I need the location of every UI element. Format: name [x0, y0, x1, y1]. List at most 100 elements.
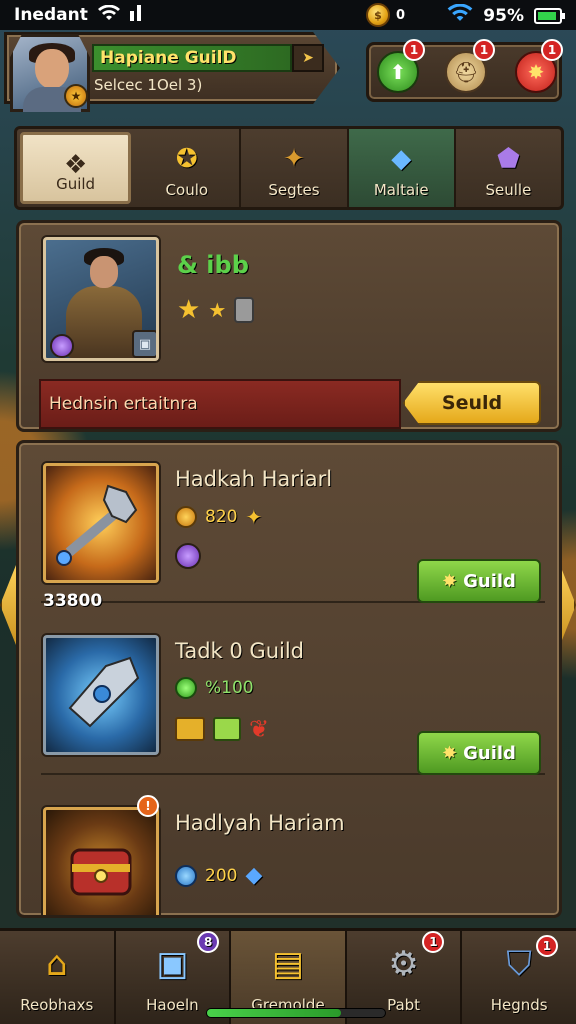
item-guild-button[interactable]: ✸ Guild	[417, 559, 541, 603]
tab-segtes[interactable]: ✦ Segtes	[241, 129, 349, 207]
tab-maltaie[interactable]: ◆ Maltaie	[348, 129, 456, 207]
hero-name: & ibb	[177, 251, 249, 279]
gear-icon: ⚙	[388, 944, 419, 984]
axe-icon	[68, 656, 140, 728]
event-badge: 1	[541, 39, 563, 61]
green-block-icon	[213, 717, 241, 741]
item-cost-value: 200	[205, 865, 238, 886]
coin-icon	[175, 506, 197, 528]
item-materials	[175, 543, 201, 569]
battery-label: 95%	[483, 5, 524, 26]
guild-expand-button[interactable]: ➤	[292, 44, 324, 72]
list-item: Tadk 0 Guild %100 ❦ ✸ Guild	[41, 619, 545, 775]
item-image[interactable]	[43, 807, 159, 915]
guild-subtitle: Selcec 1Oel 3)	[94, 76, 203, 94]
green-gem-icon	[175, 677, 197, 699]
sparkle-icon: ✸	[442, 742, 458, 764]
gold-block-icon	[175, 717, 205, 741]
tab-seulle[interactable]: ⬟ Seulle	[456, 129, 561, 207]
loading-progress-bar	[206, 1008, 386, 1018]
hero-lock-icon: ▣	[132, 330, 156, 358]
item-materials: ❦	[175, 715, 269, 743]
upgrade-badge: 1	[403, 39, 425, 61]
guild-icon: ❖	[63, 150, 88, 180]
item-cost: %100	[175, 677, 254, 699]
coin-count: 0	[396, 7, 406, 23]
hero-stars: ★ ★	[177, 295, 255, 325]
hero-portrait[interactable]: ▣	[43, 237, 159, 361]
status-bar: Inedant $ 0 95%	[0, 0, 576, 30]
hero-gem-icon	[50, 334, 74, 358]
item-cost: 200 ◆	[175, 863, 262, 888]
item-image[interactable]	[43, 635, 159, 755]
flame-icon: ❦	[249, 715, 270, 743]
item-guild-button[interactable]: ✸ Guild	[417, 731, 541, 775]
crystal-icon: ◆	[391, 144, 412, 174]
coin-icon: $	[366, 3, 390, 27]
treasure-icon: ✪	[175, 144, 198, 174]
sparkle-icon: ✸	[442, 570, 458, 592]
progress-fill	[207, 1009, 341, 1017]
nav-badge: 8	[197, 931, 220, 953]
wifi-strength-icon	[447, 3, 473, 27]
nav-label: Hegnds	[490, 996, 548, 1014]
tab-label: Segtes	[268, 181, 320, 199]
purple-orb-icon	[175, 543, 201, 569]
item-title: Hadlyah Hariam	[175, 811, 345, 835]
item-value: 33800	[43, 591, 103, 611]
tab-coulo[interactable]: ✪ Coulo	[134, 129, 242, 207]
nav-badge: 1	[535, 935, 558, 957]
item-list-panel: Hadkah Hariarl 820 ✦ 33800 ✸ Guild Tadk …	[16, 440, 562, 918]
item-cost-value: %100	[205, 678, 254, 698]
item-title: Tadk 0 Guild	[175, 639, 305, 663]
carrier-label: Inedant	[14, 5, 88, 25]
level-badge-icon: ★	[64, 84, 88, 108]
hero-armor	[66, 286, 142, 358]
mace-icon	[56, 484, 138, 566]
item-cost-value: 820	[205, 507, 238, 527]
tab-label: Seulle	[485, 181, 532, 199]
hero-head	[90, 256, 118, 288]
guild-name-bar[interactable]: Hapiane GuilD	[92, 44, 292, 72]
signal-icon	[129, 4, 144, 26]
tab-guild[interactable]: ❖ Guild	[20, 132, 132, 204]
nav-badge: 1	[422, 931, 445, 953]
tab-label: Coulo	[165, 181, 209, 199]
crystal-icon: ◆	[245, 863, 263, 888]
blue-gem-icon	[175, 864, 197, 887]
nav-item-hegnds[interactable]: ⛉ Hegnds 1	[462, 931, 576, 1024]
top-icon-tray: ⬆ 1 ⛑ 1 ✸ 1	[366, 39, 563, 102]
item-cost: 820 ✦	[175, 505, 262, 529]
castle-icon: ⌂	[46, 944, 68, 984]
category-tabs: ❖ Guild ✪ Coulo ✦ Segtes ◆ Maltaie ⬟ Seu…	[14, 126, 564, 210]
nav-label: Haoeln	[146, 996, 199, 1014]
hero-panel: ▣ & ibb ★ ★ Hednsin ertaitnra Seuld	[16, 220, 562, 432]
item-image[interactable]	[43, 463, 159, 583]
helmet-badge: 1	[473, 39, 495, 61]
item-title: Hadkah Hariarl	[175, 467, 333, 491]
chest-icon	[70, 848, 132, 896]
hero-status-bar: Hednsin ertaitnra	[39, 379, 401, 429]
guild-name: Hapiane GuilD	[100, 48, 237, 68]
hero-status-text: Hednsin ertaitnra	[49, 394, 198, 414]
star-icon: ★	[208, 298, 227, 322]
hero-action-label: Seuld	[441, 392, 503, 414]
badge-icon: ✦	[283, 144, 305, 174]
avatar-face	[35, 49, 69, 89]
list-item: Hadlyah Hariam 200 ◆	[41, 791, 545, 915]
item-button-label: Guild	[463, 570, 516, 592]
battery-icon	[534, 7, 565, 24]
hero-action-button[interactable]: Seuld	[403, 381, 541, 425]
list-item: Hadkah Hariarl 820 ✦ 33800 ✸ Guild	[41, 447, 545, 611]
tab-label: Maltaie	[373, 181, 429, 199]
item-alert-badge: !	[137, 795, 159, 817]
gem-icon: ⬟	[497, 144, 520, 174]
nav-item-reobhaxs[interactable]: ⌂ Reobhaxs	[0, 931, 116, 1024]
locked-star-icon	[234, 297, 255, 323]
wifi-icon	[97, 4, 120, 26]
nav-label: Reobhaxs	[20, 996, 94, 1014]
crown-icon: ✦	[245, 505, 263, 529]
star-icon: ★	[177, 295, 201, 325]
nav-label: Pabt	[387, 996, 421, 1014]
item-button-label: Guild	[463, 742, 516, 764]
